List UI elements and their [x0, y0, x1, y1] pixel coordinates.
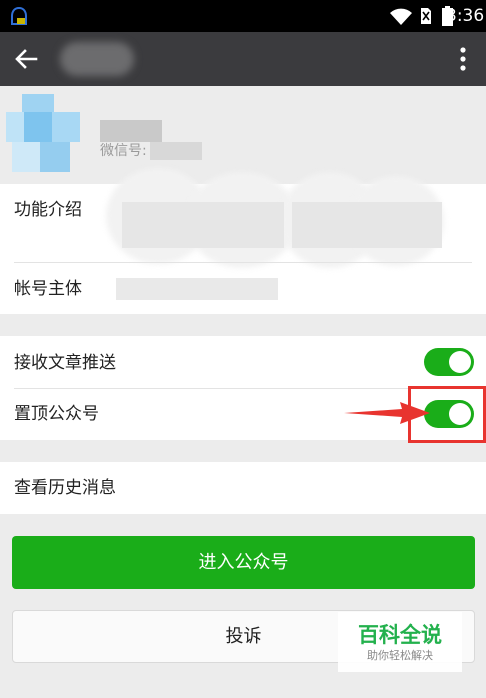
- function-intro-blurred: [292, 202, 442, 248]
- wechat-id-blurred: [150, 142, 202, 160]
- no-sim-icon: [421, 8, 431, 24]
- account-owner-label: 帐号主体: [14, 279, 82, 299]
- info-card: 功能介绍 帐号主体: [0, 168, 486, 314]
- view-history-label: 查看历史消息: [14, 478, 116, 498]
- status-bar: 3:36: [0, 0, 486, 32]
- receive-articles-label: 接收文章推送: [14, 353, 116, 373]
- watermark-subtitle: 助你轻松解决: [367, 649, 433, 662]
- receive-articles-toggle[interactable]: [424, 348, 474, 376]
- divider: [14, 262, 472, 263]
- wechat-id-label: 微信号:: [100, 143, 147, 159]
- pin-account-label: 置顶公众号: [14, 404, 99, 424]
- notification-icon: [11, 6, 27, 25]
- divider: [14, 388, 472, 389]
- function-intro-label: 功能介绍: [14, 200, 82, 220]
- history-card[interactable]: 查看历史消息: [0, 462, 486, 514]
- annotation-arrow-icon: [344, 402, 430, 424]
- avatar[interactable]: [6, 94, 84, 178]
- account-name-blurred: [60, 42, 134, 76]
- app-bar: [0, 32, 486, 86]
- account-owner-blurred: [116, 278, 278, 300]
- watermark-title: 百科全说: [358, 623, 442, 647]
- toggle-knob: [449, 351, 471, 373]
- enter-account-button[interactable]: 进入公众号: [12, 536, 475, 589]
- more-vert-icon[interactable]: [448, 42, 478, 76]
- wifi-icon: [390, 8, 412, 25]
- watermark: 百科全说 助你轻松解决: [338, 612, 462, 672]
- back-arrow-icon[interactable]: [8, 40, 46, 78]
- clock: 3:36: [446, 6, 485, 26]
- profile-header: 微信号:: [0, 86, 486, 184]
- display-name-blurred: [100, 120, 162, 142]
- function-intro-blurred: [122, 202, 284, 248]
